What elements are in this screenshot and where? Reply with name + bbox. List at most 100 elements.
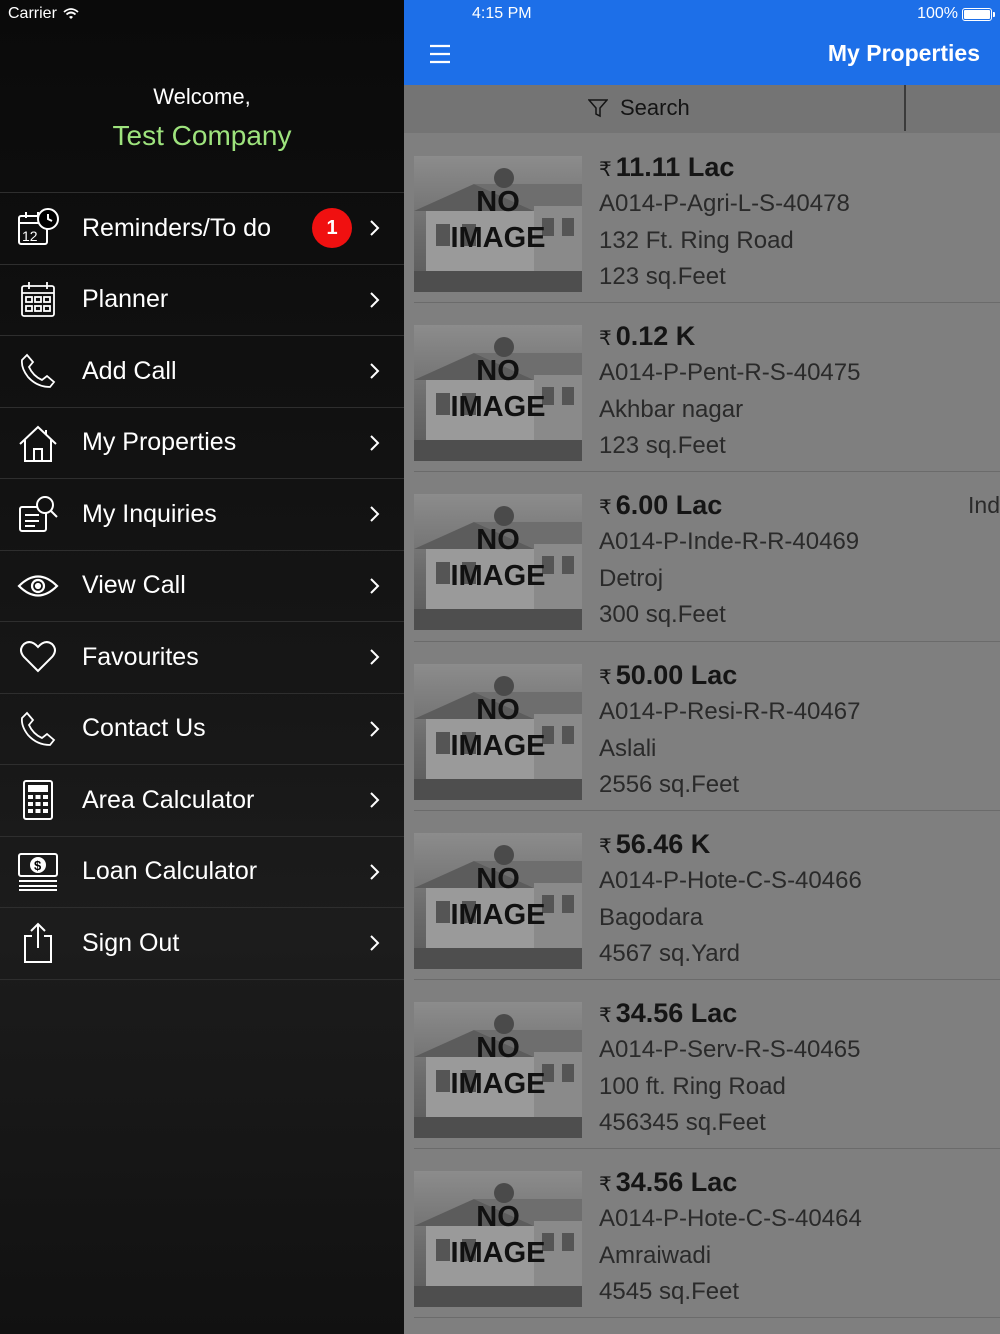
menu-item-area-calculator[interactable]: Area Calculator: [0, 765, 404, 837]
no-image-line1: NO: [476, 355, 520, 388]
phone-icon: [16, 349, 60, 393]
calendar-clock-icon: 12: [16, 206, 60, 250]
no-image-line2: IMAGE: [450, 560, 546, 593]
property-code: A014-P-Resi-R-R-40467: [599, 697, 861, 725]
clock: 4:15 PM: [472, 5, 532, 22]
welcome-block: Welcome, Test Company: [0, 84, 404, 152]
chevron-right-icon: [370, 363, 380, 379]
no-image-line2: IMAGE: [450, 391, 546, 424]
battery-indicator: 100%: [917, 5, 995, 23]
carrier-label: Carrier: [8, 5, 57, 22]
property-location: Akhbar nagar: [599, 396, 744, 424]
property-location: 132 Ft. Ring Road: [599, 227, 794, 254]
property-location: Bagodara: [599, 903, 704, 931]
no-image-label: NO IMAGE: [414, 692, 582, 764]
price-value: 6.00 Lac: [615, 490, 723, 521]
no-image-line2: IMAGE: [450, 898, 546, 931]
property-area: 456345 sq.Feet: [599, 1108, 766, 1136]
menu-item-my-properties[interactable]: My Properties: [0, 408, 404, 479]
property-area: 123 sq.Feet: [599, 432, 726, 460]
no-image-line1: NO: [476, 862, 520, 895]
menu-label: View Call: [82, 571, 186, 600]
page-title: My Properties: [827, 40, 980, 66]
property-thumbnail: NO IMAGE: [414, 494, 582, 631]
menu-label: Area Calculator: [82, 785, 255, 814]
no-image-line2: IMAGE: [450, 1067, 546, 1100]
chevron-right-icon: [370, 506, 380, 522]
menu-label: Planner: [82, 285, 169, 314]
side-drawer: Welcome, Test Company 12 Reminders/To do…: [0, 0, 404, 1334]
property-row[interactable]: NO IMAGE ₹ 6.00 Lac A014-P-Inde-R-R-4046…: [414, 472, 1000, 642]
no-image-label: NO IMAGE: [414, 353, 582, 425]
property-row[interactable]: NO IMAGE ₹ 34.56 Lac A014-P-Hote-C-S-404…: [414, 1149, 1000, 1319]
eye-icon: [16, 564, 60, 608]
property-code: A014-P-Inde-R-R-40469: [599, 528, 860, 556]
rupee-icon: ₹: [599, 1174, 612, 1197]
search-button[interactable]: Search: [588, 95, 690, 121]
chevron-right-icon: [370, 649, 380, 665]
property-price: ₹ 6.00 Lac: [599, 490, 722, 521]
status-bar: Carrier 4:15 PM 100%: [0, 0, 1000, 30]
no-image-line2: IMAGE: [450, 1237, 546, 1270]
property-price: ₹ 56.46 K: [599, 829, 710, 860]
hamburger-icon[interactable]: [428, 42, 452, 66]
battery-icon: [962, 7, 995, 21]
menu-item-view-call[interactable]: View Call: [0, 551, 404, 622]
property-row[interactable]: NO IMAGE ₹ 56.46 K A014-P-Hote-C-S-40466…: [414, 811, 1000, 980]
menu-label: Contact Us: [82, 714, 206, 743]
menu-label: My Inquiries: [82, 499, 217, 528]
no-image-line2: IMAGE: [450, 222, 546, 254]
menu-item-my-inquiries[interactable]: My Inquiries: [0, 479, 404, 551]
menu-item-planner[interactable]: Planner: [0, 265, 404, 336]
menu-item-reminders[interactable]: 12 Reminders/To do 1: [0, 193, 404, 265]
property-area: 300 sq.Feet: [599, 601, 726, 629]
reminder-count-badge: 1: [312, 208, 352, 249]
price-value: 34.56 Lac: [615, 997, 738, 1028]
menu-item-favourites[interactable]: Favourites: [0, 622, 404, 694]
no-image-line2: IMAGE: [450, 729, 546, 762]
property-location: Detroj: [599, 565, 664, 593]
property-thumbnail: NO IMAGE: [414, 1001, 582, 1138]
property-row[interactable]: NO IMAGE ₹ 50.00 Lac A014-P-Resi-R-R-404…: [414, 642, 1000, 811]
search-bar: Search: [404, 85, 1000, 133]
menu-item-contact-us[interactable]: Contact Us: [0, 694, 404, 765]
carrier-indicator: Carrier: [8, 5, 79, 23]
no-image-line1: NO: [476, 693, 520, 726]
menu-item-sign-out[interactable]: Sign Out: [0, 908, 404, 980]
menu-label: Reminders/To do: [82, 213, 271, 242]
no-image-line1: NO: [476, 1201, 520, 1234]
rupee-icon: ₹: [599, 835, 612, 858]
planner-calendar-icon: [16, 278, 60, 322]
property-row[interactable]: NO IMAGE ₹ 0.12 K A014-P-Pent-R-S-40475 …: [414, 303, 1000, 473]
property-code: A014-P-Pent-R-S-40475: [599, 359, 861, 387]
rupee-icon: ₹: [599, 666, 612, 689]
property-area: 4545 sq.Feet: [599, 1278, 740, 1306]
main-pane: My Properties Search NO IMAGE ₹ 11.11 La…: [404, 0, 1000, 1334]
property-list: NO IMAGE ₹ 11.11 Lac A014-P-Agri-L-S-404…: [404, 134, 1000, 1319]
no-image-line1: NO: [476, 1031, 520, 1064]
property-code: A014-P-Hote-C-S-40466: [599, 866, 862, 894]
menu-item-add-call[interactable]: Add Call: [0, 336, 404, 408]
property-thumbnail: NO IMAGE: [414, 663, 582, 800]
property-thumbnail: NO IMAGE: [414, 325, 582, 462]
no-image-line1: NO: [476, 186, 520, 218]
menu-label: My Properties: [82, 428, 237, 457]
property-row[interactable]: NO IMAGE ₹ 34.56 Lac A014-P-Serv-R-S-404…: [414, 980, 1000, 1150]
rupee-icon: ₹: [599, 1004, 612, 1027]
home-icon: [16, 421, 60, 465]
property-code: A014-P-Serv-R-S-40465: [599, 1035, 861, 1063]
property-row[interactable]: NO IMAGE ₹ 11.11 Lac A014-P-Agri-L-S-404…: [414, 134, 1000, 304]
menu-label: Add Call: [82, 356, 177, 385]
no-image-label: NO IMAGE: [414, 1199, 582, 1271]
menu-label: Favourites: [82, 642, 199, 671]
price-value: 0.12 K: [615, 321, 696, 352]
drawer-menu: 12 Reminders/To do 1 Planner Add Call My…: [0, 192, 404, 980]
chevron-right-icon: [370, 578, 380, 594]
chevron-right-icon: [370, 721, 380, 737]
menu-item-loan-calculator[interactable]: $ Loan Calculator: [0, 837, 404, 908]
property-location: Amraiwadi: [599, 1242, 712, 1270]
phone-icon: [16, 707, 60, 751]
chevron-right-icon: [370, 435, 380, 451]
property-code: A014-P-Hote-C-S-40464: [599, 1205, 862, 1233]
property-code: A014-P-Agri-L-S-40478: [599, 190, 850, 217]
